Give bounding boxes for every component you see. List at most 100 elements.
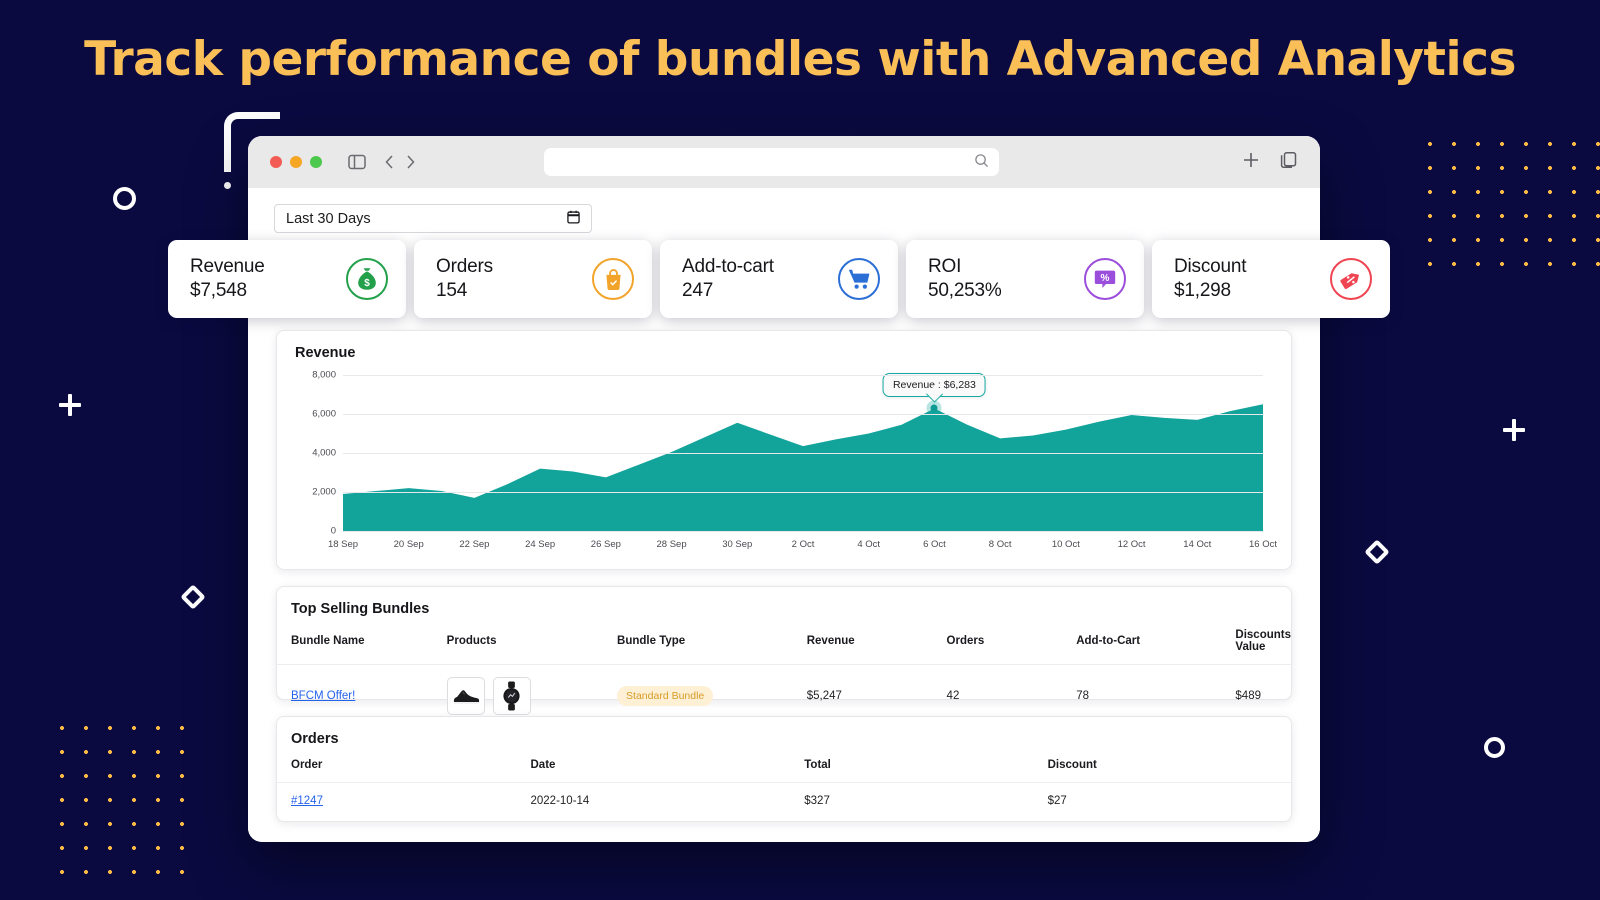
chart-x-tick-label: 16 Oct bbox=[1249, 539, 1277, 550]
search-input[interactable] bbox=[556, 155, 988, 169]
chart-x-tick-label: 2 Oct bbox=[791, 539, 815, 550]
page-title: Track performance of bundles with Advanc… bbox=[84, 32, 1516, 87]
chart-y-tick-label: 8,000 bbox=[312, 369, 336, 381]
metric-label: Revenue bbox=[190, 255, 265, 277]
chart-y-tick-label: 6,000 bbox=[312, 408, 336, 420]
col-total: Total bbox=[804, 759, 831, 771]
chart-x-tick-label: 14 Oct bbox=[1183, 539, 1212, 550]
chart-y-tick-label: 2,000 bbox=[312, 486, 336, 498]
chart-x-axis: 18 Sep 20 Sep 22 Sep 24 Sep 26 Sep 28 Sep 30 S… bbox=[328, 535, 1277, 557]
decor-plus-right bbox=[1503, 419, 1525, 441]
decor-plus-left bbox=[59, 394, 81, 416]
metric-value: 50,253% bbox=[928, 279, 1002, 301]
decor-circle-right bbox=[1484, 737, 1505, 758]
window-controls[interactable] bbox=[270, 156, 322, 168]
col-products: Products bbox=[446, 635, 497, 647]
date-range-value: Last 30 Days bbox=[286, 210, 371, 227]
chart-x-tick-label: 12 Oct bbox=[1117, 539, 1146, 550]
search-icon bbox=[974, 153, 989, 173]
chart-plot: Revenue : $6,283 bbox=[343, 373, 1263, 532]
chart-x-tick-label: 30 Sep bbox=[722, 539, 753, 550]
order-discount-cell: $27 bbox=[1047, 782, 1291, 819]
col-bundle-type: Bundle Type bbox=[617, 635, 686, 647]
decor-diamond-left bbox=[180, 584, 206, 610]
percent-bubble-icon: % bbox=[1084, 258, 1126, 300]
chart-area[interactable]: Revenue : $6,283 0 2,000 4,000 6,000 8,000 1… bbox=[295, 369, 1277, 557]
col-revenue: Revenue bbox=[806, 635, 855, 647]
minimize-window-button[interactable] bbox=[290, 156, 302, 168]
chart-gridline bbox=[343, 531, 1263, 532]
maximize-window-button[interactable] bbox=[310, 156, 322, 168]
chart-gridline bbox=[343, 453, 1263, 454]
col-add-to-cart: Add-to-Cart bbox=[1076, 635, 1141, 647]
shopping-cart-icon bbox=[838, 258, 880, 300]
discount-tag-icon bbox=[1330, 258, 1372, 300]
decor-circle-left bbox=[113, 187, 136, 210]
svg-text:%: % bbox=[1101, 273, 1110, 284]
metric-label: ROI bbox=[928, 255, 962, 277]
copy-tabs-icon[interactable] bbox=[1280, 151, 1298, 174]
bundles-title: Top Selling Bundles bbox=[291, 601, 430, 617]
metric-card-discount[interactable]: Discount $1,298 bbox=[1152, 240, 1390, 318]
svg-text:$: $ bbox=[364, 278, 370, 289]
chrome-right-actions bbox=[1242, 151, 1298, 174]
plus-icon[interactable] bbox=[1242, 151, 1260, 174]
table-header-row: Order Date Total Discount bbox=[277, 749, 1291, 783]
address-bar[interactable] bbox=[544, 148, 1000, 176]
smartwatch-thumbnail bbox=[492, 677, 531, 715]
chart-y-tick-label: 4,000 bbox=[312, 447, 336, 459]
bundles-table: Bundle Name Products Bundle Type Revenue… bbox=[277, 619, 1291, 727]
col-discounts-value: Discounts Value bbox=[1235, 629, 1291, 653]
revenue-chart-panel: Revenue Revenue : $6,283 0 2,000 4,000 6,00… bbox=[276, 330, 1292, 570]
chart-gridline bbox=[343, 492, 1263, 493]
metric-card-orders[interactable]: Orders 154 bbox=[414, 240, 652, 318]
col-discount: Discount bbox=[1047, 759, 1097, 771]
shopping-bag-icon bbox=[592, 258, 634, 300]
calendar-icon bbox=[567, 210, 580, 228]
date-range-selector[interactable]: Last 30 Days bbox=[274, 204, 592, 233]
sneaker-thumbnail bbox=[446, 677, 485, 715]
orders-panel: Orders Order Date Total Discount #1247 2… bbox=[276, 716, 1292, 822]
chart-gridline bbox=[343, 414, 1263, 415]
browser-chrome bbox=[248, 136, 1320, 188]
decor-corner-dot bbox=[224, 182, 231, 189]
bundle-name-link[interactable]: BFCM Offer! bbox=[291, 690, 355, 702]
order-date-cell: 2022-10-14 bbox=[530, 782, 805, 819]
chart-x-tick-label: 4 Oct bbox=[857, 539, 881, 550]
order-total-cell: $327 bbox=[804, 782, 1048, 819]
chevron-left-icon bbox=[385, 155, 393, 169]
metric-card-add-to-cart[interactable]: Add-to-cart 247 bbox=[660, 240, 898, 318]
chart-data-point[interactable] bbox=[930, 404, 938, 412]
chevron-right-icon bbox=[407, 155, 415, 169]
table-row: #1247 2022-10-14 $327 $27 bbox=[277, 782, 1291, 819]
nav-arrows[interactable] bbox=[384, 154, 416, 170]
orders-table: Order Date Total Discount #1247 2022-10-… bbox=[277, 749, 1291, 819]
col-bundle-name: Bundle Name bbox=[291, 635, 365, 647]
table-header-row: Bundle Name Products Bundle Type Revenue… bbox=[277, 619, 1291, 665]
chart-y-tick-label: 0 bbox=[330, 525, 336, 537]
chart-x-tick-label: 10 Oct bbox=[1051, 539, 1080, 550]
close-window-button[interactable] bbox=[270, 156, 282, 168]
metric-value: $1,298 bbox=[1174, 279, 1231, 301]
metric-label: Orders bbox=[436, 255, 493, 277]
top-selling-bundles-panel: Top Selling Bundles Bundle Name Products… bbox=[276, 586, 1292, 727]
col-order: Order bbox=[291, 759, 323, 771]
metric-card-revenue[interactable]: Revenue $7,548 $ bbox=[168, 240, 406, 318]
dot-grid-top-right bbox=[1418, 132, 1600, 280]
metric-value: $7,548 bbox=[190, 279, 247, 301]
chart-x-tick-label: 6 Oct bbox=[923, 539, 946, 550]
order-id-link[interactable]: #1247 bbox=[291, 795, 323, 807]
chart-x-tick-label: 26 Sep bbox=[590, 539, 621, 550]
chart-title: Revenue bbox=[295, 345, 356, 361]
chart-x-tick-label: 24 Sep bbox=[525, 539, 556, 550]
col-orders: Orders bbox=[946, 635, 985, 647]
chart-x-tick-label: 18 Sep bbox=[327, 539, 359, 550]
chart-x-tick-label: 28 Sep bbox=[656, 539, 687, 550]
sidebar-icon[interactable] bbox=[348, 154, 366, 170]
metric-card-roi[interactable]: ROI 50,253% % bbox=[906, 240, 1144, 318]
money-bag-icon: $ bbox=[346, 258, 388, 300]
orders-title: Orders bbox=[291, 731, 339, 747]
chart-gridline bbox=[343, 375, 1263, 376]
chart-x-tick-label: 22 Sep bbox=[459, 539, 490, 550]
order-id-cell: #1247 bbox=[277, 782, 531, 819]
